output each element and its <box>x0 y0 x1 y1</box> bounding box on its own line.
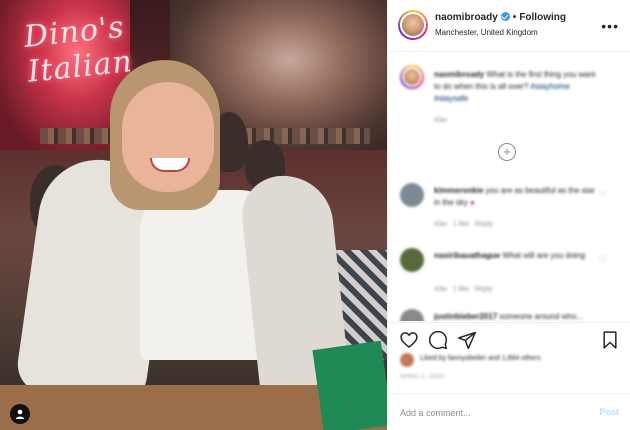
author-avatar[interactable] <box>398 10 428 40</box>
post-comment-button[interactable]: Post <box>599 407 619 417</box>
post-side-panel: naomibroady • Following Manchester, United… <box>387 0 630 430</box>
comment-button[interactable] <box>427 329 449 351</box>
author-line: naomibroady • Following <box>435 12 566 23</box>
post-photo[interactable]: Dino's Italian <box>0 0 387 430</box>
comment-username[interactable]: kimmeronkie <box>434 186 483 195</box>
load-more-comments-icon[interactable]: + <box>498 143 516 161</box>
comment-icon <box>428 330 448 350</box>
emoji-icon: ● <box>470 198 475 207</box>
reply-button[interactable]: Reply <box>475 286 493 293</box>
save-button[interactable] <box>599 329 621 351</box>
comment-text: kimmeronkie you are as beautiful as the … <box>434 185 599 209</box>
face <box>122 82 214 192</box>
author-username[interactable]: naomibroady <box>435 12 498 23</box>
comment-item: kimmeronkie you are as beautiful as the … <box>388 181 630 241</box>
comment-avatar[interactable] <box>400 183 424 207</box>
bookmark-icon <box>603 331 617 349</box>
liker-avatar[interactable] <box>400 353 414 367</box>
following-button[interactable]: Following <box>519 12 566 23</box>
comment-username[interactable]: nasiribauathague <box>434 251 500 260</box>
comment-like-icon[interactable]: ♡ <box>599 189 607 200</box>
caption-time: 43w <box>434 117 447 124</box>
comment-meta: 43w 1 like Reply <box>434 221 493 228</box>
comment-body: What will are you doing <box>502 251 586 260</box>
post-header: naomibroady • Following Manchester, United… <box>388 0 630 52</box>
likes-text[interactable]: Liked by fannyobelier and 1,884 others <box>420 355 541 362</box>
comment-avatar[interactable] <box>400 248 424 272</box>
comment-meta: 43w 1 like Reply <box>434 286 493 293</box>
separator-dot: • <box>512 12 517 23</box>
caption-text: naomibroady What is the first thing you … <box>434 69 599 105</box>
green-box <box>312 340 387 430</box>
comments-list[interactable]: naomibroady What is the first thing you … <box>388 53 630 321</box>
likes-summary[interactable]: Liked by fannyobelier and 1,884 others <box>388 350 630 370</box>
caption-username[interactable]: naomibroady <box>434 70 484 79</box>
comment-item: nasiribauathague What will are you doing… <box>388 246 630 306</box>
reply-button[interactable]: Reply <box>475 221 493 228</box>
user-tag-icon <box>15 409 25 419</box>
comment-text: nasiribauathague What will are you doing <box>434 250 599 262</box>
post-date[interactable]: APRIL 2, 2020 <box>400 374 444 380</box>
comment-username[interactable]: justinbieber2017 <box>434 312 497 321</box>
add-comment-bar: Post <box>388 393 630 430</box>
comment-like-icon[interactable]: ♡ <box>599 254 607 265</box>
comment-time: 43w <box>434 221 447 228</box>
like-button[interactable] <box>398 329 420 351</box>
comment-body: someone around who... <box>499 312 583 321</box>
caption-avatar[interactable] <box>400 65 424 89</box>
tagged-user-button[interactable] <box>10 404 30 424</box>
comment-text: justinbieber2017 someone around who... <box>434 311 599 321</box>
post-location[interactable]: Manchester, United Kingdom <box>435 28 538 37</box>
comment-item: justinbieber2017 someone around who... <box>388 309 630 321</box>
more-options-icon[interactable]: ••• <box>601 18 619 34</box>
share-button[interactable] <box>456 329 478 351</box>
caption: naomibroady What is the first thing you … <box>388 65 630 135</box>
comment-input[interactable] <box>400 405 580 421</box>
comment-avatar[interactable] <box>400 309 424 321</box>
heart-icon <box>400 332 418 349</box>
comment-likes[interactable]: 1 like <box>453 286 469 293</box>
verified-badge-icon <box>500 12 510 21</box>
comment-likes[interactable]: 1 like <box>453 221 469 228</box>
paper-plane-icon <box>457 331 477 350</box>
comment-time: 43w <box>434 286 447 293</box>
